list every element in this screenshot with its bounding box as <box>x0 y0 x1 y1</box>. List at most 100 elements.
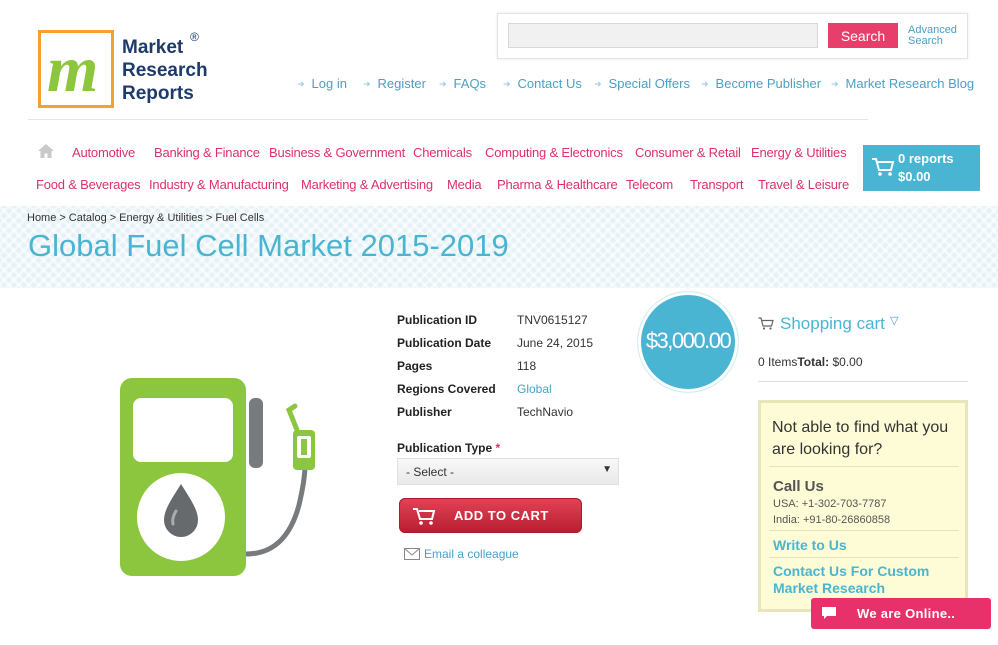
breadcrumb-catalog[interactable]: Catalog <box>69 212 107 224</box>
category-media[interactable]: Media <box>447 177 482 192</box>
category-business-government[interactable]: Business & Government <box>269 145 405 160</box>
advanced-search-line2: Search <box>908 35 943 47</box>
help-question: Not able to find what you are looking fo… <box>772 419 949 458</box>
home-icon[interactable] <box>37 143 55 159</box>
search-panel: Search Advanced Search <box>497 13 968 59</box>
toplink-contact-us[interactable]: ➜ Contact Us <box>503 76 582 91</box>
chat-bubble-icon <box>822 607 836 619</box>
add-to-cart-button[interactable]: ADD TO CART <box>399 498 582 533</box>
detail-row: Publisher TechNavio <box>397 405 637 421</box>
detail-label: Publisher <box>397 405 452 419</box>
shopping-cart-title: Shopping cart <box>780 314 885 333</box>
toplink-faqs[interactable]: ➜ FAQs <box>439 76 486 91</box>
custom-research-link[interactable]: Contact Us For Custom Market Research <box>773 563 963 597</box>
detail-value: June 24, 2015 <box>517 336 594 350</box>
arrow-icon: ➜ <box>439 79 447 89</box>
chat-label: We are Online.. <box>857 606 956 621</box>
category-energy-utilities[interactable]: Energy & Utilities <box>751 145 847 160</box>
region-link[interactable]: Global <box>517 382 552 396</box>
cart-amount: $0.00 <box>898 169 931 184</box>
phone-india: India: +91-80-26860858 <box>773 514 891 526</box>
toplink-special-offers[interactable]: ➜ Special Offers <box>594 76 690 91</box>
detail-value: TNV0615127 <box>517 313 588 327</box>
search-button[interactable]: Search <box>828 23 898 48</box>
detail-label: Pages <box>397 359 433 373</box>
required-mark: * <box>495 441 501 455</box>
detail-value: TechNavio <box>517 405 574 419</box>
top-links: ➜ Log in ➜ Register ➜ FAQs ➜ Contact Us ➜ Spe… <box>297 76 987 92</box>
phone-usa: USA: +1-302-703-7787 <box>773 498 887 510</box>
cart-items: 0 Items <box>758 355 798 369</box>
detail-value: 118 <box>517 359 537 373</box>
page-title: Global Fuel Cell Market 2015-2019 <box>28 228 509 263</box>
toplink-label: Log in <box>311 76 347 91</box>
category-consumer-retail[interactable]: Consumer & Retail <box>635 145 741 160</box>
live-chat-button[interactable]: We are Online.. <box>811 598 991 629</box>
breadcrumb: Home > Catalog > Energy & Utilities > Fuel Cel… <box>27 212 264 224</box>
add-to-cart-label: ADD TO CART <box>454 508 549 523</box>
logo-text: Market Research Reports <box>122 36 208 105</box>
cart-report-count: 0 reports <box>898 151 954 166</box>
category-industry-manufacturing[interactable]: Industry & Manufacturing <box>149 177 289 192</box>
category-telecom[interactable]: Telecom <box>626 177 673 192</box>
registered-mark: ® <box>190 30 199 44</box>
toplink-login[interactable]: ➜ Log in <box>297 76 347 91</box>
toplink-become-publisher[interactable]: ➜ Become Publisher <box>701 76 821 91</box>
envelope-icon <box>404 548 420 560</box>
cart-total-label: Total: <box>797 355 830 369</box>
shopping-cart-summary: 0 ItemsTotal: $0.00 <box>758 355 863 369</box>
logo-line2: Research <box>122 60 208 81</box>
toplink-register[interactable]: ➜ Register <box>363 76 426 91</box>
title-banner: Home > Catalog > Energy & Utilities > Fuel Cel… <box>0 206 998 288</box>
category-travel-leisure[interactable]: Travel & Leisure <box>758 177 849 192</box>
detail-row: Regions Covered Global <box>397 382 637 398</box>
help-divider <box>769 530 959 531</box>
detail-label: Publication Date <box>397 336 492 350</box>
arrow-icon: ➜ <box>503 79 511 89</box>
price-badge: $3,000.00 <box>638 292 738 392</box>
arrow-icon: ➜ <box>701 79 709 89</box>
header-divider <box>28 119 868 120</box>
toplink-blog[interactable]: ➜ Market Research Blog <box>831 76 974 91</box>
category-food-beverages[interactable]: Food & Beverages <box>36 177 141 192</box>
write-to-us-link[interactable]: Write to Us <box>773 537 963 554</box>
breadcrumb-energy-utilities[interactable]: Energy & Utilities <box>119 212 203 224</box>
detail-row: Pages 118 <box>397 359 637 375</box>
detail-label: Regions Covered <box>397 382 496 396</box>
category-automotive[interactable]: Automotive <box>72 145 135 160</box>
advanced-search-link[interactable]: Advanced Search <box>908 25 964 47</box>
toplink-label: Register <box>377 76 426 91</box>
breadcrumb-fuel-cells: Fuel Cells <box>215 212 265 224</box>
search-input[interactable] <box>508 23 818 48</box>
category-marketing-advertising[interactable]: Marketing & Advertising <box>301 177 433 192</box>
cart-icon <box>413 508 436 525</box>
logo-mark: m <box>38 30 114 108</box>
sidebar-divider <box>758 381 968 382</box>
category-transport[interactable]: Transport <box>690 177 744 192</box>
arrow-icon: ➜ <box>594 79 602 89</box>
cart-total-value: $0.00 <box>832 355 863 369</box>
publication-type-select[interactable]: - Select - ▼ <box>397 458 619 485</box>
breadcrumb-home[interactable]: Home <box>27 212 56 224</box>
detail-label: Publication ID <box>397 313 478 327</box>
detail-row: Publication Date June 24, 2015 <box>397 336 637 352</box>
category-chemicals[interactable]: Chemicals <box>413 145 472 160</box>
toplink-label: FAQs <box>453 76 487 91</box>
arrow-icon: ➜ <box>831 79 839 89</box>
category-computing-electronics[interactable]: Computing & Electronics <box>485 145 623 160</box>
toplink-label: Market Research Blog <box>845 76 975 91</box>
category-pharma-healthcare[interactable]: Pharma & Healthcare <box>497 177 618 192</box>
header-cart[interactable]: 0 reports $0.00 <box>863 145 980 191</box>
cart-icon <box>872 158 895 176</box>
arrow-icon: ➜ <box>363 79 371 89</box>
email-colleague-label: Email a colleague <box>424 547 519 561</box>
dropdown-caret-icon: ▼ <box>602 464 612 475</box>
fuel-pump-image <box>120 378 315 576</box>
toplink-label: Contact Us <box>517 76 582 91</box>
call-us-heading: Call Us <box>773 478 824 495</box>
breadcrumb-separator: > <box>205 212 213 224</box>
logo-letter-m: m <box>47 33 99 106</box>
site-logo[interactable]: m Market Research Reports ® <box>38 30 218 110</box>
category-banking-finance[interactable]: Banking & Finance <box>154 145 260 160</box>
publication-type-label-text: Publication Type <box>397 441 493 455</box>
